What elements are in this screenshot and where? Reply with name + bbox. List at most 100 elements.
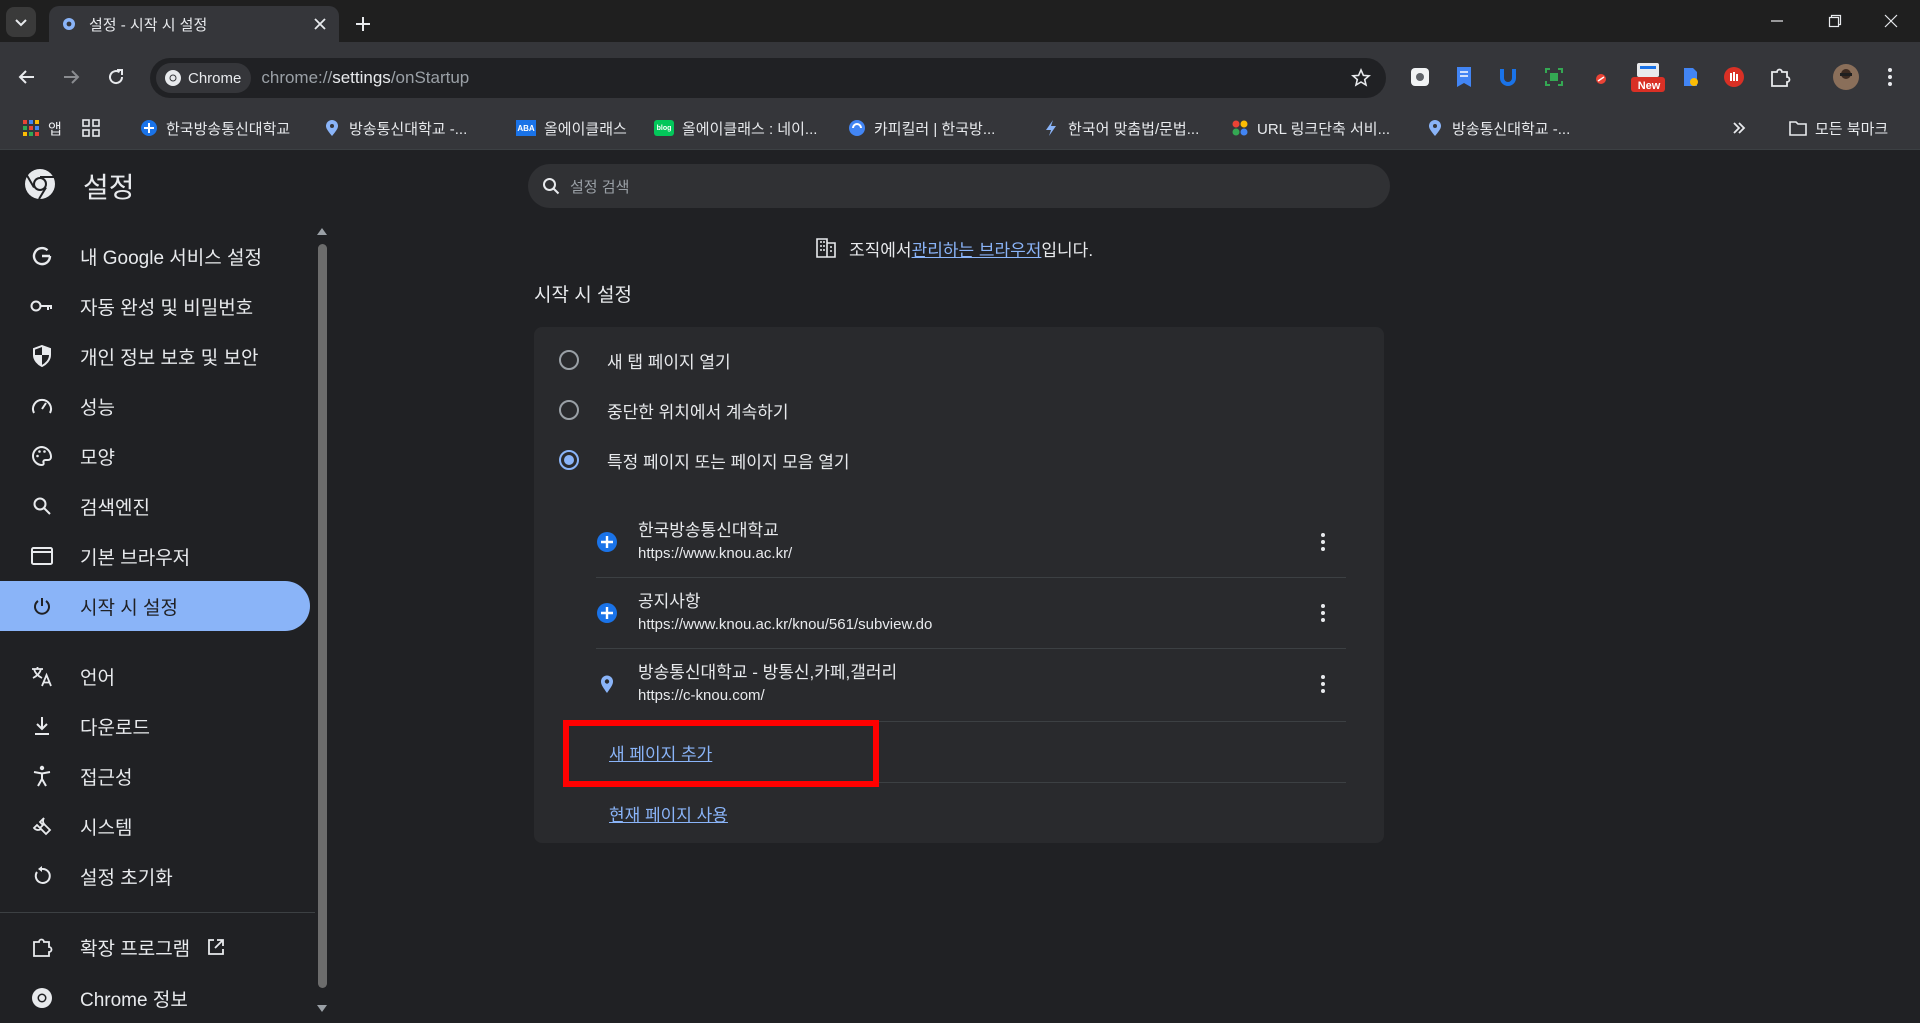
sidebar-item-about-chrome[interactable]: Chrome 정보 bbox=[0, 973, 310, 1023]
sidebar-item-downloads[interactable]: 다운로드 bbox=[0, 701, 310, 751]
sidebar-item-languages[interactable]: 언어 bbox=[0, 651, 310, 701]
sidebar-scrollbar[interactable] bbox=[314, 224, 330, 1018]
new-extension-icon[interactable]: New bbox=[1630, 63, 1666, 92]
search-placeholder: 설정 검색 bbox=[570, 178, 630, 196]
bookmark-item[interactable]: 카피킬러 | 한국방... bbox=[848, 116, 995, 140]
aba-favicon-icon: ABA bbox=[516, 120, 536, 136]
menu-kebab-icon[interactable] bbox=[1876, 63, 1904, 91]
section-title: 시작 시 설정 bbox=[534, 285, 632, 306]
radio-button[interactable] bbox=[559, 350, 579, 370]
bookmark-item[interactable]: 방송통신대학교 -... bbox=[323, 116, 467, 140]
apps-shortcut[interactable]: 앱 bbox=[22, 116, 62, 140]
adblock-extension-icon[interactable] bbox=[1720, 63, 1748, 91]
bookmark-item[interactable]: blog 올에이클래스 : 네이... bbox=[654, 116, 817, 140]
new-badge: New bbox=[1637, 80, 1661, 92]
option-specific-pages[interactable]: 특정 페이지 또는 페이지 모음 열기 bbox=[534, 434, 1384, 486]
page-name: 한국방송통신대학교 bbox=[638, 521, 779, 540]
reset-icon bbox=[30, 864, 54, 888]
location-pin-icon bbox=[1426, 119, 1444, 137]
sidebar-item-appearance[interactable]: 모양 bbox=[0, 431, 310, 481]
sidebar-item-default-browser[interactable]: 기본 브라우저 bbox=[0, 531, 310, 581]
back-arrow-icon bbox=[18, 70, 34, 84]
scroll-down-arrow-icon bbox=[317, 1005, 327, 1012]
extension-5-icon[interactable] bbox=[1585, 63, 1613, 91]
tab-groups-button[interactable] bbox=[82, 116, 108, 140]
reload-button[interactable] bbox=[99, 60, 133, 94]
radio-button-checked[interactable] bbox=[559, 450, 579, 470]
use-current-pages-link[interactable]: 현재 페이지 사용 bbox=[609, 801, 728, 826]
profile-avatar[interactable] bbox=[1832, 63, 1860, 91]
bookmark-item[interactable]: 한국어 맞춤법/문법... bbox=[1042, 116, 1199, 140]
google-icon bbox=[30, 244, 54, 268]
extension-3-icon[interactable] bbox=[1494, 63, 1522, 91]
extension-2-icon[interactable] bbox=[1450, 63, 1478, 91]
reload-icon bbox=[109, 69, 124, 85]
sidebar-item-privacy[interactable]: 개인 정보 보호 및 보안 bbox=[0, 331, 310, 381]
settings-search-input[interactable]: 설정 검색 bbox=[528, 164, 1390, 208]
option-new-tab[interactable]: 새 탭 페이지 열기 bbox=[534, 334, 1384, 386]
palette-icon bbox=[30, 444, 54, 468]
external-link-icon bbox=[206, 937, 226, 957]
sidebar-item-autofill[interactable]: 자동 완성 및 비밀번호 bbox=[0, 281, 310, 331]
grid-icon bbox=[82, 119, 100, 137]
extensions-puzzle-icon[interactable] bbox=[1766, 63, 1794, 91]
back-button[interactable] bbox=[10, 60, 44, 94]
knou-favicon-icon bbox=[596, 531, 618, 553]
new-tab-button[interactable] bbox=[348, 9, 378, 39]
bookmark-item[interactable]: 방송통신대학교 -... bbox=[1426, 116, 1570, 140]
sidebar-item-reset[interactable]: 설정 초기화 bbox=[0, 851, 310, 901]
more-bookmarks-button[interactable] bbox=[1731, 116, 1747, 140]
sidebar-item-google[interactable]: 내 Google 서비스 설정 bbox=[0, 231, 310, 281]
restore-button[interactable] bbox=[1806, 0, 1864, 42]
sidebar-item-accessibility[interactable]: 접근성 bbox=[0, 751, 310, 801]
blog-favicon-icon: blog bbox=[654, 120, 674, 136]
bookmark-item[interactable]: ABA 올에이클래스 bbox=[516, 116, 627, 140]
more-options-icon[interactable] bbox=[1308, 527, 1338, 557]
extension-7-icon[interactable] bbox=[1676, 63, 1704, 91]
double-chevron-right-icon bbox=[1733, 122, 1746, 134]
translate-icon bbox=[30, 664, 54, 688]
sidebar-item-performance[interactable]: 성능 bbox=[0, 381, 310, 431]
browser-window-icon bbox=[30, 544, 54, 568]
bookmark-star-button[interactable] bbox=[1344, 61, 1378, 95]
close-window-button[interactable] bbox=[1862, 0, 1920, 42]
startup-page-row: 공지사항 https://www.knou.ac.kr/knou/561/sub… bbox=[596, 578, 1346, 648]
forward-button[interactable] bbox=[54, 60, 88, 94]
managed-browser-notice: 조직에서 관리하는 브라우저 입니다. bbox=[815, 236, 1093, 260]
startup-page-row: 방송통신대학교 - 방통신,카페,갤러리 https://c-knou.com/ bbox=[596, 649, 1346, 719]
minimize-button[interactable] bbox=[1748, 0, 1806, 42]
puzzle-icon bbox=[30, 935, 54, 959]
all-bookmarks-button[interactable]: 모든 북마크 bbox=[1789, 116, 1888, 140]
sidebar-item-search-engine[interactable]: 검색엔진 bbox=[0, 481, 310, 531]
apps-grid-icon bbox=[22, 119, 40, 137]
power-icon bbox=[30, 594, 54, 618]
active-tab[interactable]: 설정 - 시작 시 설정 bbox=[49, 6, 339, 42]
bookmark-item[interactable]: URL 링크단축 서비... bbox=[1231, 116, 1390, 140]
more-options-icon[interactable] bbox=[1308, 598, 1338, 628]
chrome-settings-logo-icon bbox=[25, 169, 55, 200]
extension-1-icon[interactable] bbox=[1406, 63, 1434, 91]
more-options-icon[interactable] bbox=[1308, 669, 1338, 699]
bookmark-item[interactable]: 한국방송통신대학교 bbox=[140, 116, 290, 140]
key-icon bbox=[30, 294, 54, 318]
page-name: 공지사항 bbox=[638, 592, 701, 611]
sidebar-item-system[interactable]: 시스템 bbox=[0, 801, 310, 851]
close-tab-icon[interactable] bbox=[311, 15, 329, 33]
bookmarks-bar: 앱 한국방송통신대학교 방송통신대학교 -... ABA 올에이클래스 blog… bbox=[0, 106, 1920, 150]
chrome-chip[interactable]: Chrome bbox=[156, 63, 252, 93]
screenshot-extension-icon[interactable] bbox=[1540, 63, 1568, 91]
sidebar-item-extensions[interactable]: 확장 프로그램 bbox=[0, 922, 310, 972]
sidebar-item-on-startup[interactable]: 시작 시 설정 bbox=[0, 581, 310, 631]
sidebar-divider bbox=[0, 912, 315, 913]
radio-button[interactable] bbox=[559, 400, 579, 420]
page-url: https://www.knou.ac.kr/knou/561/subview.… bbox=[638, 616, 933, 633]
managed-browser-link[interactable]: 관리하는 브라우저 bbox=[912, 236, 1042, 261]
address-bar[interactable]: Chrome chrome://settings/onStartup bbox=[150, 58, 1386, 98]
close-icon bbox=[1884, 14, 1898, 28]
url-text: chrome://settings/onStartup bbox=[261, 68, 470, 87]
tab-search-button[interactable] bbox=[6, 7, 36, 37]
wrench-icon bbox=[30, 814, 54, 838]
option-continue[interactable]: 중단한 위치에서 계속하기 bbox=[534, 384, 1384, 436]
page-url: https://www.knou.ac.kr/ bbox=[638, 545, 793, 562]
scrollbar-thumb[interactable] bbox=[318, 244, 327, 988]
